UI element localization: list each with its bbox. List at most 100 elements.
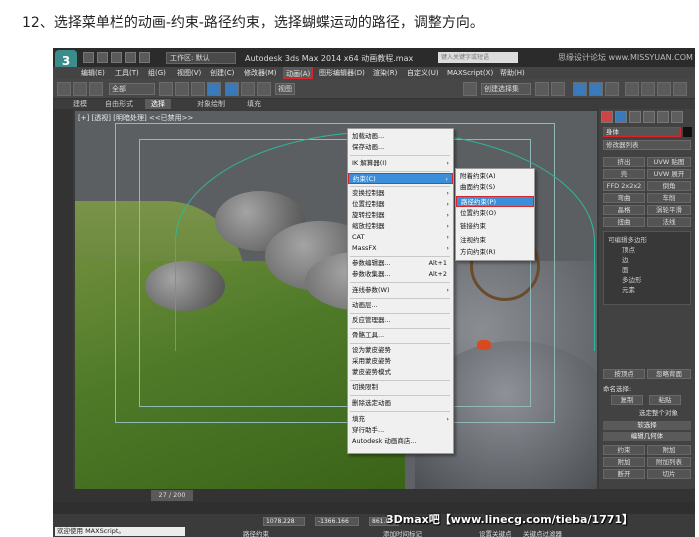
stack-item-editable-poly[interactable]: 可编辑多边形 <box>608 234 647 244</box>
viewport-label[interactable]: [+] [透视] [明暗处理] <<已禁用>> <box>78 113 193 123</box>
menu-item-ik-solvers[interactable]: IK 解算器(I) › <box>348 158 453 169</box>
y-coordinate-field[interactable]: -1366.166 <box>315 517 359 526</box>
menu-rendering[interactable]: 渲染(R) <box>371 67 399 79</box>
butterfly-object[interactable] <box>477 340 491 350</box>
tab-populate[interactable]: 填充 <box>241 99 267 109</box>
save-file-icon[interactable] <box>111 52 122 63</box>
open-file-icon[interactable] <box>97 52 108 63</box>
object-color-swatch[interactable] <box>683 127 692 137</box>
undo-icon[interactable] <box>125 52 136 63</box>
menu-item-position-constraint[interactable]: 位置约束(O) <box>456 208 534 219</box>
render-setup-icon[interactable] <box>641 82 655 96</box>
menu-item-position-controllers[interactable]: 位置控制器 › <box>348 199 453 210</box>
object-name-field[interactable]: 身体 <box>603 127 681 137</box>
menu-item-reaction-manager[interactable]: 反应管理器... <box>348 315 453 326</box>
curve-editor-icon[interactable] <box>605 82 619 96</box>
menu-item-parameter-editor[interactable]: 参数编辑器... Alt+1 <box>348 258 453 269</box>
menu-tools[interactable]: 工具(T) <box>113 67 141 79</box>
render-icon[interactable] <box>673 82 687 96</box>
menu-item-massfx[interactable]: MassFX › <box>348 243 453 254</box>
menu-item-populate[interactable]: 填充 › <box>348 414 453 425</box>
search-input[interactable]: 键入关键字或短语 <box>438 52 518 63</box>
modifier-lattice-button[interactable]: 晶格 <box>603 205 645 215</box>
menu-item-orientation-constraint[interactable]: 方向约束(R) <box>456 247 534 258</box>
rect-select-icon[interactable] <box>191 82 205 96</box>
menu-graph-editors[interactable]: 图形编辑器(D) <box>317 67 367 79</box>
by-vertex-button[interactable]: 按顶点 <box>603 369 645 379</box>
align-icon[interactable] <box>551 82 565 96</box>
layer-manager-icon[interactable] <box>573 82 587 96</box>
select-object-icon[interactable] <box>159 82 173 96</box>
menu-maxscript[interactable]: MAXScript(X) <box>445 67 495 79</box>
modifier-bevel-button[interactable]: 倒角 <box>647 181 691 191</box>
snap-icon[interactable] <box>463 82 477 96</box>
menu-animation[interactable]: 动画(A) <box>283 67 314 79</box>
menu-item-toggle-limits[interactable]: 切换限制 <box>348 382 453 393</box>
menu-item-link-constraint[interactable]: 链接约束 <box>456 221 534 232</box>
modifier-normal-button[interactable]: 法线 <box>647 217 691 227</box>
menu-item-constraints[interactable]: 约束(C) › <box>348 173 453 184</box>
utilities-tab-icon[interactable] <box>671 111 683 123</box>
tab-object-paint[interactable]: 对象绘制 <box>191 99 231 109</box>
slice-button[interactable]: 切片 <box>647 469 691 479</box>
modifier-unwrap-uvw-button[interactable]: UVW 展开 <box>647 169 691 179</box>
x-coordinate-field[interactable]: 1078.228 <box>263 517 305 526</box>
tab-freeform[interactable]: 自由形式 <box>99 99 139 109</box>
menu-item-skin-pose-mode[interactable]: 蒙皮姿势模式 <box>348 367 453 378</box>
menu-help[interactable]: 帮助(H) <box>498 67 527 79</box>
modify-tab-icon[interactable] <box>615 111 627 123</box>
menu-item-wire-parameters[interactable]: 连线参数(W) › <box>348 285 453 296</box>
menu-item-animation-layers[interactable]: 动画层... <box>348 300 453 311</box>
menu-modifiers[interactable]: 修改器(M) <box>242 67 279 79</box>
modifier-list-select[interactable]: 修改器列表 <box>603 140 691 150</box>
reference-coord-select[interactable]: 视图 <box>275 83 295 95</box>
stack-item-vertex[interactable]: 顶点 <box>622 244 635 254</box>
modifier-turbosmooth-button[interactable]: 涡轮平滑 <box>647 205 691 215</box>
hierarchy-tab-icon[interactable] <box>629 111 641 123</box>
menu-item-path-constraint[interactable]: 路径约束(P) <box>456 196 534 207</box>
copy-button[interactable]: 复制 <box>611 395 643 405</box>
selection-filter-select[interactable]: 全部 <box>109 83 155 95</box>
undo-toolbar-icon[interactable] <box>57 82 71 96</box>
move-icon[interactable] <box>225 82 239 96</box>
stack-item-edge[interactable]: 边 <box>622 254 629 264</box>
attach-button-2[interactable]: 附加 <box>603 457 645 467</box>
modifier-bend-button[interactable]: 弯曲 <box>603 193 645 203</box>
window-crossing-icon[interactable] <box>207 82 221 96</box>
menu-item-save-animation[interactable]: 保存动画... <box>348 142 453 153</box>
render-frame-icon[interactable] <box>657 82 671 96</box>
menu-item-assume-skin-pose[interactable]: 采用蒙皮姿势 <box>348 356 453 367</box>
key-filters-button[interactable]: 关键点过滤器 <box>523 528 562 537</box>
menu-item-lookat-constraint[interactable]: 注视约束 <box>456 235 534 246</box>
create-tab-icon[interactable] <box>601 111 613 123</box>
menu-item-cat[interactable]: CAT › <box>348 232 453 243</box>
soft-selection-rollout[interactable]: 软选择 <box>603 421 691 430</box>
link-icon[interactable] <box>89 82 103 96</box>
named-selection-set-select[interactable]: 创建选择集 <box>481 83 531 95</box>
menu-item-transform-controllers[interactable]: 变换控制器 › <box>348 188 453 199</box>
ribbon-toggle-icon[interactable] <box>589 82 603 96</box>
menu-item-parameter-collector[interactable]: 参数收集器... Alt+2 <box>348 269 453 280</box>
tab-selection[interactable]: 选择 <box>145 99 171 109</box>
menu-view[interactable]: 视图(V) <box>175 67 203 79</box>
workspace-select[interactable]: 工作区: 默认 <box>166 52 236 64</box>
display-tab-icon[interactable] <box>657 111 669 123</box>
menu-item-delete-selected-animation[interactable]: 删除选定动画 <box>348 398 453 409</box>
motion-tab-icon[interactable] <box>643 111 655 123</box>
menu-group[interactable]: 组(G) <box>146 67 168 79</box>
select-by-name-icon[interactable] <box>175 82 189 96</box>
menu-item-scale-controllers[interactable]: 缩放控制器 › <box>348 221 453 232</box>
set-key-button[interactable]: 设置关键点 <box>479 528 512 537</box>
modifier-lathe-button[interactable]: 车削 <box>647 193 691 203</box>
tab-modeling[interactable]: 建模 <box>67 99 93 109</box>
modifier-uvw-map-button[interactable]: UVW 贴图 <box>647 157 691 167</box>
paste-button[interactable]: 粘贴 <box>649 395 681 405</box>
menu-item-bone-tools[interactable]: 骨骼工具... <box>348 330 453 341</box>
menu-edit[interactable]: 编辑(E) <box>79 67 107 79</box>
attach-button[interactable]: 附加 <box>647 445 691 455</box>
attach-list-button[interactable]: 附加列表 <box>647 457 691 467</box>
menu-item-set-skin-pose[interactable]: 设为蒙皮姿势 <box>348 345 453 356</box>
edit-geometry-rollout[interactable]: 编辑几何体 <box>603 432 691 441</box>
stack-item-element[interactable]: 元素 <box>622 284 635 294</box>
mirror-icon[interactable] <box>535 82 549 96</box>
